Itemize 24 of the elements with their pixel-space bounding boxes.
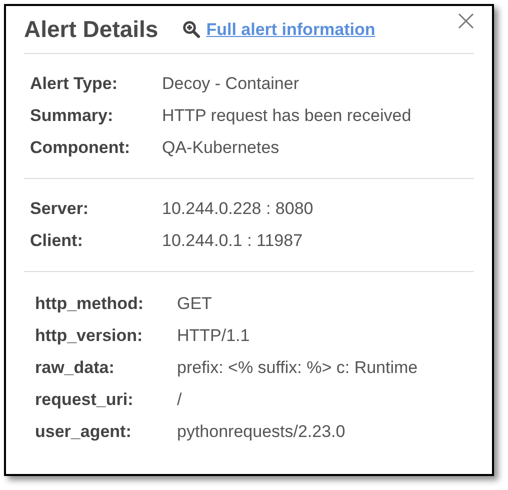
- panel-title: Alert Details: [24, 15, 158, 44]
- field-label: Summary:: [30, 105, 114, 127]
- field-label: http_method:: [35, 293, 145, 315]
- field-value: Decoy - Container: [162, 73, 300, 95]
- field-value: 10.244.0.1 : 11987: [162, 230, 304, 252]
- field-label: Server:: [30, 198, 90, 220]
- field-label: raw_data:: [35, 357, 116, 379]
- field-label: Component:: [30, 137, 132, 159]
- full-alert-link[interactable]: Full alert information: [206, 16, 376, 42]
- field-label: Client:: [30, 230, 84, 252]
- field-value: /: [177, 389, 183, 411]
- field-value: prefix: <% suffix: %> c: Runtime: [177, 357, 419, 379]
- field-value: QA-Kubernetes: [162, 137, 280, 159]
- field-value: HTTP request has been received: [162, 105, 412, 127]
- field-label: user_agent:: [35, 421, 132, 443]
- field-value: 10.244.0.228 : 8080: [162, 198, 314, 220]
- field-label: Alert Type:: [30, 73, 119, 95]
- field-value: GET: [177, 293, 213, 315]
- field-label: request_uri:: [35, 389, 134, 411]
- zoom-in-icon: [183, 21, 200, 38]
- field-value: pythonrequests/2.23.0: [177, 421, 346, 443]
- field-value: HTTP/1.1: [177, 325, 251, 347]
- close-icon[interactable]: [458, 12, 474, 28]
- field-label: http_version:: [35, 325, 144, 347]
